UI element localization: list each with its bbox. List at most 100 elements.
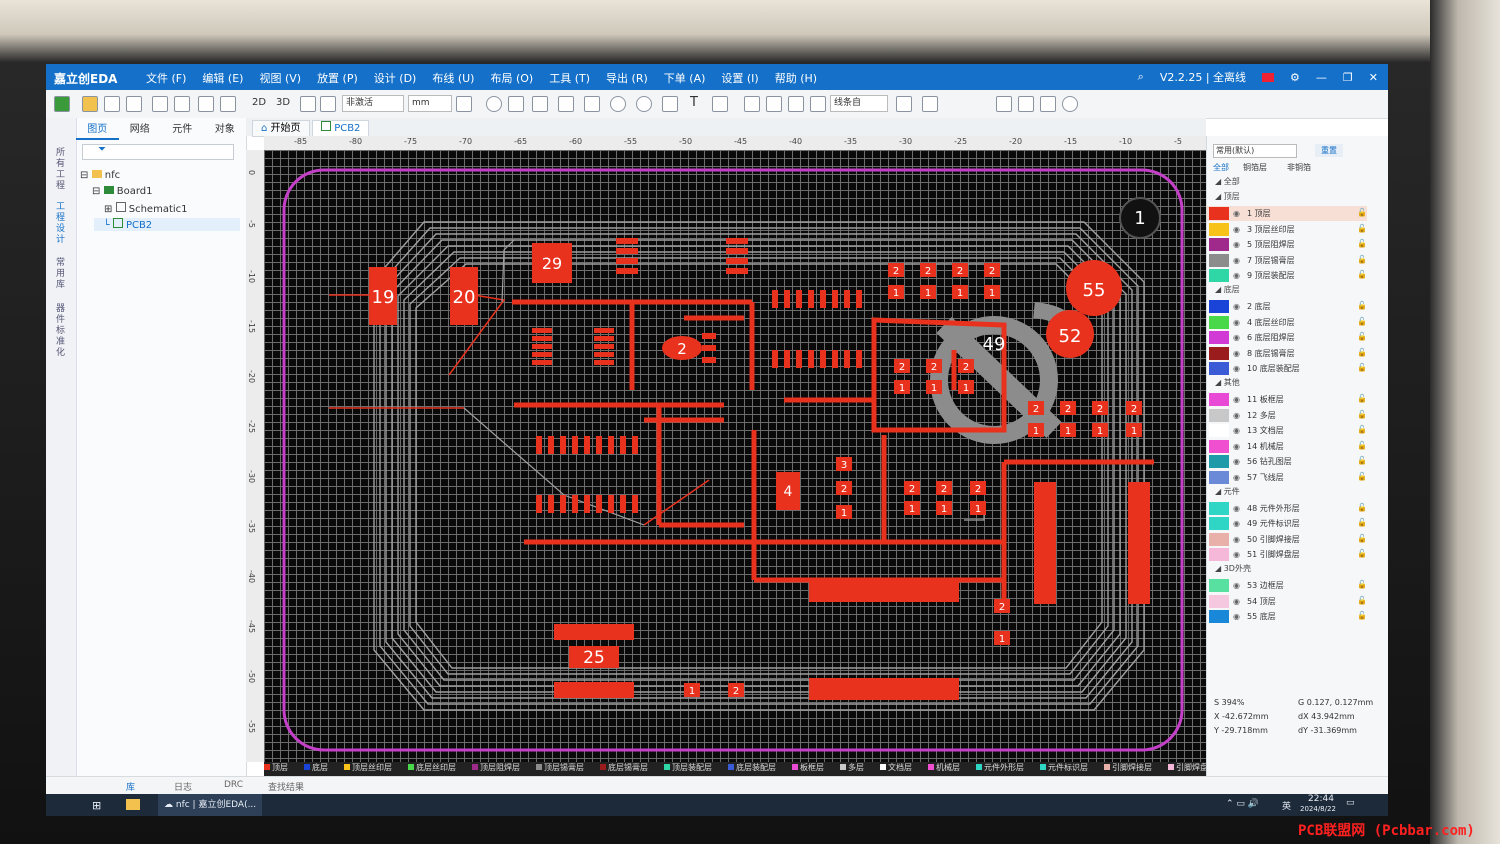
preset-select[interactable]: 常用(默认) bbox=[1213, 144, 1297, 158]
menu-route[interactable]: 布线 (U) bbox=[432, 70, 474, 86]
line-icon[interactable] bbox=[662, 96, 678, 112]
layer-bar-item[interactable]: 底层丝印层 bbox=[408, 763, 464, 772]
layer-row[interactable]: ◉ 5 顶层阻焊层 🔓 bbox=[1207, 237, 1367, 252]
menu-edit[interactable]: 编辑 (E) bbox=[202, 70, 243, 86]
unit-select[interactable]: mm bbox=[408, 95, 452, 112]
clock-date[interactable]: 2024/8/22 bbox=[1300, 805, 1336, 813]
copy-icon[interactable] bbox=[996, 96, 1012, 112]
layer-row[interactable]: ◉ 56 钻孔图层 🔓 bbox=[1207, 454, 1367, 469]
layer-bar-item[interactable]: 顶层装配层 bbox=[664, 763, 720, 772]
layer-color-swatch[interactable] bbox=[1209, 393, 1229, 406]
eye-icon[interactable]: ◉ bbox=[1233, 256, 1240, 265]
eye-icon[interactable]: ◉ bbox=[1233, 271, 1240, 280]
layer-bar-item[interactable]: 多层 bbox=[840, 763, 872, 772]
smd-pad[interactable]: 3 bbox=[836, 457, 852, 471]
smd-pad[interactable]: 1 bbox=[904, 501, 920, 515]
layer-bar-item[interactable]: 引脚焊接层 bbox=[1104, 763, 1160, 772]
lock-icon[interactable]: 🔓 bbox=[1357, 301, 1367, 310]
layer-row[interactable]: ◉ 50 引脚焊接层 🔓 bbox=[1207, 532, 1367, 547]
vtab-common-library[interactable]: 常用库 bbox=[56, 258, 68, 291]
smd-pad[interactable]: 1 bbox=[1028, 423, 1044, 437]
lock-icon[interactable]: 🔓 bbox=[1357, 611, 1367, 620]
layer-color-swatch[interactable] bbox=[1209, 501, 1229, 515]
smd-pad[interactable]: 1 bbox=[994, 631, 1010, 645]
layer-row[interactable]: ◉ 54 顶层 🔓 bbox=[1207, 594, 1367, 609]
line-mode-select[interactable]: 线条自 bbox=[830, 95, 888, 112]
layer-row[interactable]: ◉ 3 顶层丝印层 🔓 bbox=[1207, 222, 1367, 237]
menu-export[interactable]: 导出 (R) bbox=[606, 70, 648, 86]
lock-icon[interactable]: 🔓 bbox=[1357, 425, 1367, 434]
lock-icon[interactable]: 🔓 bbox=[1357, 534, 1367, 543]
eye-icon[interactable]: ◉ bbox=[1233, 364, 1240, 373]
distribute-icon[interactable] bbox=[922, 96, 938, 112]
layer-row[interactable]: ◉ 48 元件外形层 🔓 bbox=[1207, 501, 1367, 516]
smd-pad[interactable]: 2 bbox=[1060, 401, 1076, 415]
smd-pad[interactable]: 1 bbox=[920, 285, 936, 299]
smd-pad[interactable]: 1 bbox=[926, 380, 942, 394]
layer-color-swatch[interactable] bbox=[1209, 222, 1229, 236]
tab-components[interactable]: 元件 bbox=[161, 120, 204, 140]
layer-row[interactable]: ◉ 53 边框层 🔓 bbox=[1207, 578, 1367, 593]
tab-non-copper-layers[interactable]: 非铜箔 bbox=[1287, 162, 1311, 173]
layer-color-swatch[interactable] bbox=[1209, 346, 1229, 360]
smd-pad[interactable]: 1 bbox=[1060, 423, 1076, 437]
view-2d-button[interactable]: 2D bbox=[252, 97, 266, 108]
paste-icon[interactable] bbox=[1018, 96, 1034, 112]
eye-icon[interactable]: ◉ bbox=[1233, 581, 1240, 590]
tab-all-layers[interactable]: 全部 bbox=[1213, 162, 1229, 173]
tab-library[interactable]: 库 bbox=[126, 780, 135, 793]
fpc-connector-bottom[interactable] bbox=[809, 580, 959, 700]
smd-pad[interactable]: 2 bbox=[904, 481, 920, 495]
clock-time[interactable]: 22:44 bbox=[1308, 794, 1334, 804]
tray-icons[interactable]: ⌃ ▭ 🔊 bbox=[1226, 799, 1259, 809]
layer-row[interactable]: ◉ 6 底层阻焊层 🔓 bbox=[1207, 330, 1367, 345]
layer-bar-item[interactable]: 底层 bbox=[304, 763, 336, 772]
layer-bar-item[interactable]: 底层锡膏层 bbox=[600, 763, 656, 772]
layer-bar-item[interactable]: 顶层阻焊层 bbox=[472, 763, 528, 772]
eye-icon[interactable]: ◉ bbox=[1233, 318, 1240, 327]
tab-log[interactable]: 日志 bbox=[174, 780, 192, 793]
eye-icon[interactable]: ◉ bbox=[1233, 333, 1240, 342]
zoom-icon[interactable] bbox=[220, 96, 236, 112]
lock-icon[interactable]: 🔓 bbox=[1357, 549, 1367, 558]
layer-bar-item[interactable]: 底层装配层 bbox=[728, 763, 784, 772]
layer-row[interactable]: ◉ 8 底层锡膏层 🔓 bbox=[1207, 346, 1367, 361]
smd-pad[interactable]: 2 bbox=[936, 481, 952, 495]
print-icon[interactable] bbox=[126, 96, 142, 112]
redo-icon[interactable] bbox=[174, 96, 190, 112]
smd-pad[interactable]: 2 bbox=[1126, 401, 1142, 415]
layer-color-swatch[interactable] bbox=[1209, 207, 1229, 220]
pin-header-row-2[interactable] bbox=[536, 436, 638, 513]
lock-icon[interactable]: 🔓 bbox=[1357, 348, 1367, 357]
eye-icon[interactable]: ◉ bbox=[1233, 504, 1240, 513]
eye-icon[interactable]: ◉ bbox=[1233, 240, 1240, 249]
no-entry-icon[interactable] bbox=[636, 96, 652, 112]
view-3d-button[interactable]: 3D bbox=[276, 97, 290, 108]
lock-icon[interactable]: 🔓 bbox=[1357, 208, 1367, 217]
tree-item-schematic[interactable]: ⊞ Schematic1 bbox=[104, 202, 188, 215]
layer-color-swatch[interactable] bbox=[1209, 594, 1229, 608]
layer-color-swatch[interactable] bbox=[1209, 471, 1229, 484]
smd-pad[interactable]: 2 bbox=[894, 359, 910, 373]
polygon-icon[interactable] bbox=[558, 96, 574, 112]
lock-icon[interactable]: 🔓 bbox=[1357, 255, 1367, 264]
layer-group-header[interactable]: ◢ 顶层 bbox=[1215, 191, 1240, 202]
file-explorer-icon[interactable] bbox=[126, 799, 140, 810]
tree-item-board[interactable]: ⊟ Board1 bbox=[92, 186, 153, 197]
layer-color-swatch[interactable] bbox=[1209, 424, 1229, 438]
smd-pad[interactable]: 2 bbox=[920, 263, 936, 277]
layer-color-swatch[interactable] bbox=[1209, 331, 1229, 345]
windows-start-icon[interactable]: ⊞ bbox=[92, 799, 101, 812]
menu-view[interactable]: 视图 (V) bbox=[259, 70, 301, 86]
layer-row[interactable]: ◉ 9 顶层装配层 🔓 bbox=[1207, 268, 1367, 283]
smd-pad[interactable]: 1 bbox=[888, 285, 904, 299]
layer-color-swatch[interactable] bbox=[1209, 532, 1229, 546]
branch-icon[interactable] bbox=[788, 96, 804, 112]
smd-pad[interactable]: 1 bbox=[936, 501, 952, 515]
layer-color-swatch[interactable] bbox=[1209, 362, 1229, 376]
layer-row[interactable]: ◉ 11 板框层 🔓 bbox=[1207, 392, 1367, 407]
tab-pcb2[interactable]: PCB2 bbox=[312, 120, 370, 137]
pad-icon[interactable] bbox=[508, 96, 524, 112]
smd-pad[interactable]: 1 bbox=[952, 285, 968, 299]
layer-bar-item[interactable]: 板框层 bbox=[792, 763, 832, 772]
